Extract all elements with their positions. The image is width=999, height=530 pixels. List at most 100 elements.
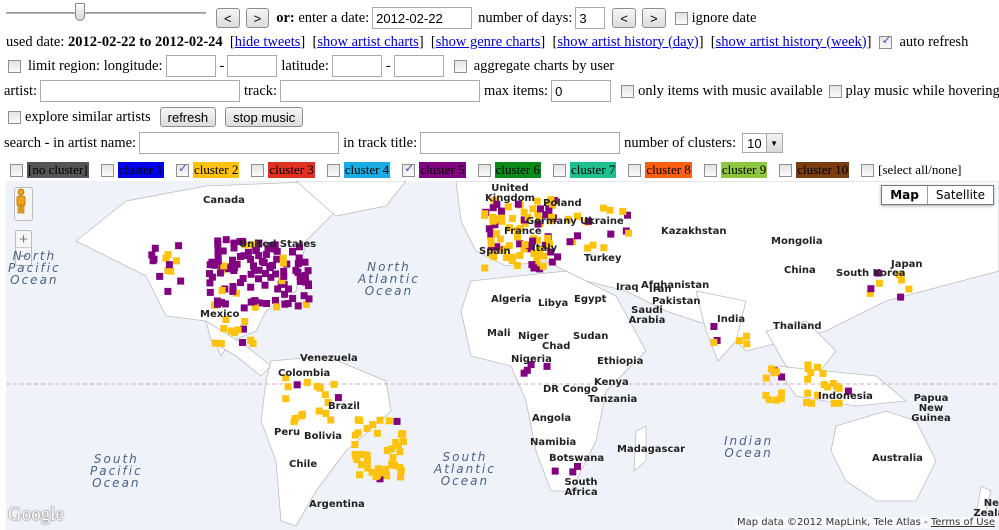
tweet-marker[interactable]: [387, 445, 395, 453]
tweet-marker[interactable]: [214, 250, 222, 258]
tweet-marker[interactable]: [175, 242, 183, 250]
tweet-marker[interactable]: [528, 261, 536, 269]
auto-refresh-checkbox[interactable]: [879, 33, 893, 49]
search-artist-input[interactable]: [139, 132, 340, 154]
tweet-marker[interactable]: [206, 288, 214, 296]
tweet-marker[interactable]: [396, 464, 404, 471]
tweet-marker[interactable]: [269, 261, 276, 269]
tweet-marker[interactable]: [520, 369, 528, 377]
tweet-marker[interactable]: [392, 438, 400, 446]
play-hover-checkbox[interactable]: [828, 84, 842, 98]
tweet-marker[interactable]: [234, 326, 242, 334]
tweet-marker[interactable]: [485, 225, 493, 233]
tweet-marker[interactable]: [206, 270, 213, 278]
tweet-marker[interactable]: [227, 327, 235, 335]
tweet-marker[interactable]: [529, 205, 537, 213]
show-genre-charts-link[interactable]: show genre charts: [436, 34, 541, 51]
cluster-checkbox[interactable]: [779, 163, 793, 177]
tweet-marker[interactable]: [804, 389, 812, 397]
ignore-date-checkbox[interactable]: [674, 11, 688, 25]
tweet-marker[interactable]: [389, 454, 397, 462]
date-input[interactable]: [372, 7, 473, 29]
show-artist-history-week-link[interactable]: show artist history (week): [716, 34, 867, 51]
tweet-marker[interactable]: [814, 363, 821, 371]
tweet-marker[interactable]: [218, 287, 226, 294]
tweet-marker[interactable]: [493, 230, 501, 238]
tweet-marker[interactable]: [300, 277, 308, 285]
limit-region-checkbox[interactable]: [8, 59, 21, 73]
cluster-checkbox[interactable]: [477, 163, 491, 177]
tweet-marker[interactable]: [521, 240, 529, 248]
tweet-marker[interactable]: [156, 272, 164, 280]
tweet-marker[interactable]: [263, 300, 270, 307]
tweet-marker[interactable]: [247, 336, 255, 344]
tweet-marker[interactable]: [600, 244, 608, 252]
tweet-marker[interactable]: [373, 429, 381, 437]
date-slider[interactable]: [6, 3, 206, 25]
zoom-in-button[interactable]: +: [16, 231, 31, 248]
tweet-marker[interactable]: [833, 382, 840, 390]
tweet-marker[interactable]: [378, 469, 386, 477]
tweet-marker[interactable]: [281, 300, 289, 308]
tweet-marker[interactable]: [298, 412, 305, 420]
cluster-checkbox[interactable]: [402, 161, 416, 177]
tweet-marker[interactable]: [574, 232, 581, 240]
tweet-marker[interactable]: [279, 259, 287, 267]
tweet-marker[interactable]: [305, 295, 313, 303]
longitude-from-input[interactable]: [165, 55, 216, 77]
tweet-marker[interactable]: [239, 339, 246, 346]
refresh-button[interactable]: refresh: [159, 107, 217, 127]
tweet-marker[interactable]: [292, 266, 300, 274]
tweet-marker[interactable]: [351, 441, 359, 448]
explore-similar-checkbox[interactable]: [8, 110, 21, 124]
tweet-marker[interactable]: [315, 407, 323, 415]
tweet-marker[interactable]: [481, 211, 489, 219]
tweet-marker[interactable]: [354, 429, 362, 437]
tweet-marker[interactable]: [214, 257, 222, 265]
tweet-marker[interactable]: [274, 285, 282, 293]
tweet-marker[interactable]: [490, 216, 498, 224]
tweet-marker[interactable]: [385, 417, 393, 425]
tweet-marker[interactable]: [327, 416, 335, 424]
tweet-marker[interactable]: [216, 269, 224, 277]
tweet-marker[interactable]: [762, 374, 770, 382]
tweet-marker[interactable]: [388, 460, 396, 468]
tweet-marker[interactable]: [247, 255, 255, 263]
tweet-marker[interactable]: [247, 298, 255, 306]
tweet-marker[interactable]: [294, 260, 302, 268]
latitude-to-input[interactable]: [393, 55, 444, 77]
tweet-marker[interactable]: [303, 378, 311, 386]
days-increase-button[interactable]: >: [642, 8, 666, 28]
tweet-marker[interactable]: [220, 325, 228, 332]
tweet-marker[interactable]: [481, 264, 489, 272]
tweet-marker[interactable]: [584, 244, 592, 252]
max-items-input[interactable]: [551, 80, 612, 102]
slider-track[interactable]: [6, 12, 206, 14]
track-input[interactable]: [280, 80, 481, 102]
tweet-marker[interactable]: [364, 464, 372, 472]
cluster-checkbox[interactable]: [628, 163, 642, 177]
tweet-marker[interactable]: [236, 253, 244, 260]
tweet-marker[interactable]: [778, 389, 786, 397]
tweet-marker[interactable]: [743, 332, 750, 340]
chevron-down-icon[interactable]: ▼: [765, 134, 782, 152]
tweet-marker[interactable]: [241, 318, 249, 325]
street-view-pegman-icon[interactable]: [14, 187, 33, 221]
tweet-marker[interactable]: [489, 204, 497, 212]
tweet-marker[interactable]: [214, 240, 222, 248]
tweet-marker[interactable]: [293, 381, 301, 389]
tweet-marker[interactable]: [607, 230, 615, 238]
tweet-marker[interactable]: [369, 421, 377, 429]
tweet-marker[interactable]: [285, 285, 292, 293]
tweet-marker[interactable]: [217, 339, 225, 347]
artist-input[interactable]: [40, 80, 241, 102]
tweet-marker[interactable]: [237, 279, 244, 287]
tweet-marker[interactable]: [211, 339, 219, 347]
tweet-marker[interactable]: [262, 251, 270, 259]
world-map[interactable]: + − Map Satellite Canada United States Mex…: [6, 181, 999, 530]
tweet-marker[interactable]: [735, 337, 743, 345]
num-clusters-select[interactable]: 10 ▼: [742, 133, 783, 153]
tweet-marker[interactable]: [905, 285, 913, 293]
select-all-checkbox[interactable]: [861, 163, 875, 177]
longitude-to-input[interactable]: [227, 55, 278, 77]
